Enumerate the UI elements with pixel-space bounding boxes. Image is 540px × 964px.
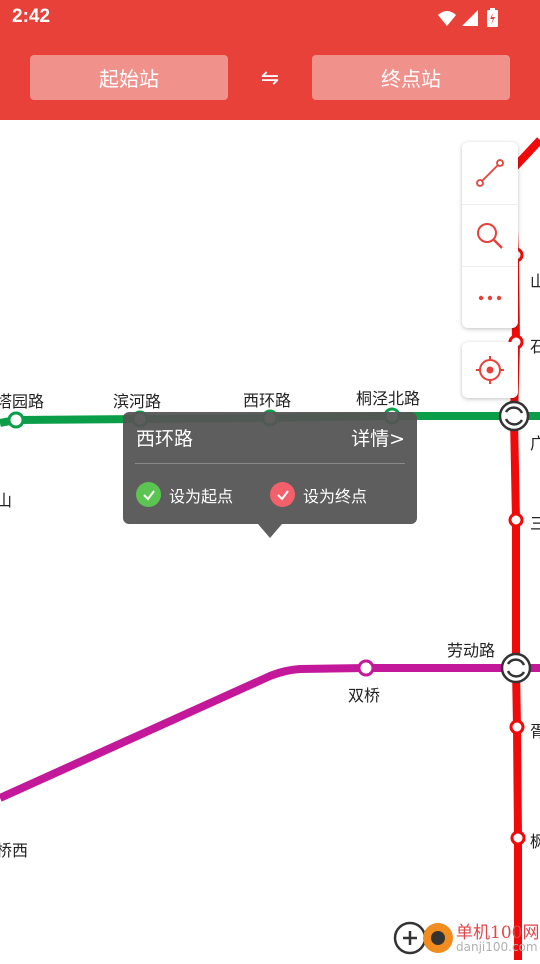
station-label[interactable]: 石 [530,333,540,357]
battery-icon [487,8,498,27]
watermark-url: danji100.com [456,940,538,954]
station-label[interactable]: 塔园路 [0,388,44,412]
station-label[interactable]: 双桥 [348,682,380,706]
popup-pointer [258,524,282,538]
popup-station-name: 西环路 [136,428,194,450]
magenta-line [0,664,540,802]
locate-icon[interactable] [462,342,518,398]
station-label[interactable]: 桐泾北路 [356,385,420,409]
search-icon[interactable] [462,204,518,267]
metro-lines [0,137,540,960]
detail-link[interactable]: 详情> [351,424,405,451]
start-station-button[interactable]: 起始站 [30,55,228,100]
station-dot [509,719,525,735]
station-label[interactable]: 广 [530,430,540,454]
more-icon[interactable] [462,266,518,329]
station-dot [7,411,25,429]
station-label[interactable]: 滨河路 [113,388,161,412]
status-icons [436,7,500,35]
station-dot [508,512,524,528]
transfer-icon [498,400,530,432]
station-label[interactable]: 桥西 [0,837,28,861]
station-label[interactable]: 山 [530,268,540,292]
station-label[interactable]: 枫 [530,828,540,852]
signal-icon [462,10,478,26]
metro-map[interactable]: 塔园路 滨河路 西环路 桐泾北路 山 劳动路 双桥 桥西 山 石 广 三 胥 枫 [0,120,540,960]
popup-divider [135,463,405,464]
check-icon [270,482,295,507]
set-end-button[interactable]: 设为终点 [270,482,367,507]
set-end-label: 设为终点 [303,486,368,506]
watermark-logo-icon [393,921,453,955]
set-start-label: 设为起点 [169,486,234,506]
map-tools [462,142,518,328]
swap-icon[interactable]: ⇋ [250,60,290,96]
check-icon [136,482,161,507]
station-label[interactable]: 劳动路 [447,637,495,661]
station-dot [510,830,526,846]
status-time: 2:42 [12,6,51,27]
station-label[interactable]: 山 [0,487,12,511]
station-label[interactable]: 三 [530,510,540,534]
watermark: 单机100网 danji100.com [392,916,540,960]
transfer-icon [500,652,532,684]
set-start-button[interactable]: 设为起点 [136,482,233,507]
station-label[interactable]: 西环路 [243,387,291,411]
route-header: 起始站 ⇋ 终点站 [0,38,540,120]
route-icon[interactable] [462,142,518,204]
station-popup: 西环路 详情> 设为起点 设为终点 [123,412,417,524]
end-station-button[interactable]: 终点站 [312,55,510,100]
station-label[interactable]: 胥 [530,718,540,742]
station-dot [357,659,375,677]
status-bar: 2:42 [0,0,540,38]
wifi-icon [438,11,456,26]
